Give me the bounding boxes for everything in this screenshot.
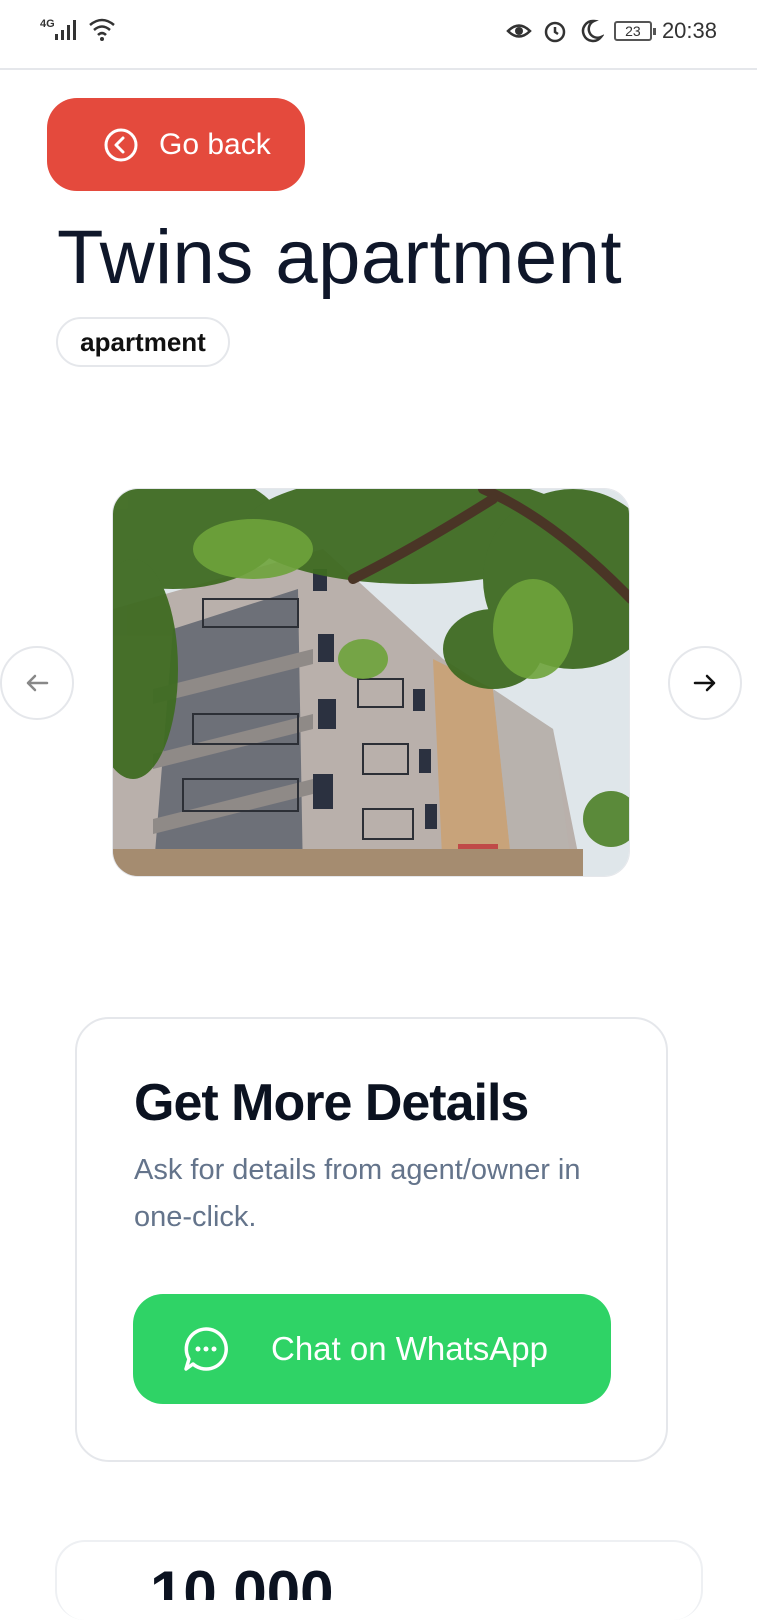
alarm-icon bbox=[544, 21, 566, 43]
clock: 20:38 bbox=[661, 18, 717, 43]
price-value: 10,000 bbox=[150, 1559, 334, 1600]
status-bar: 4G 23 20:38 bbox=[0, 0, 757, 70]
arrow-left-icon bbox=[26, 674, 49, 692]
chat-on-whatsapp-button[interactable]: Chat on WhatsApp bbox=[133, 1294, 611, 1404]
signal-icon bbox=[54, 20, 76, 40]
battery-icon: 23 bbox=[613, 21, 656, 41]
go-back-label: Go back bbox=[159, 127, 271, 161]
status-left: 4G bbox=[40, 16, 117, 42]
status-right: 23 20:38 bbox=[506, 18, 717, 44]
moon-icon bbox=[581, 19, 604, 43]
carousel-prev-button[interactable] bbox=[0, 646, 74, 720]
whatsapp-button-label: Chat on WhatsApp bbox=[271, 1330, 548, 1367]
chevron-left-circle-icon bbox=[104, 128, 138, 161]
arrow-right-icon bbox=[693, 674, 716, 692]
details-title: Get More Details bbox=[134, 1074, 529, 1132]
wifi-icon bbox=[88, 18, 115, 41]
apartment-photo bbox=[112, 488, 630, 877]
apartment-building-image bbox=[113, 489, 629, 876]
property-type-badge: apartment bbox=[56, 317, 230, 367]
whatsapp-chat-icon bbox=[184, 1327, 228, 1371]
details-description: Ask for details from agent/owner in one-… bbox=[134, 1154, 581, 1233]
get-details-card: Get More Details Ask for details from ag… bbox=[75, 1017, 668, 1462]
go-back-button[interactable]: Go back bbox=[47, 98, 305, 191]
eye-icon bbox=[506, 24, 532, 38]
carousel-next-button[interactable] bbox=[668, 646, 742, 720]
page-title: Twins apartment bbox=[57, 215, 623, 300]
